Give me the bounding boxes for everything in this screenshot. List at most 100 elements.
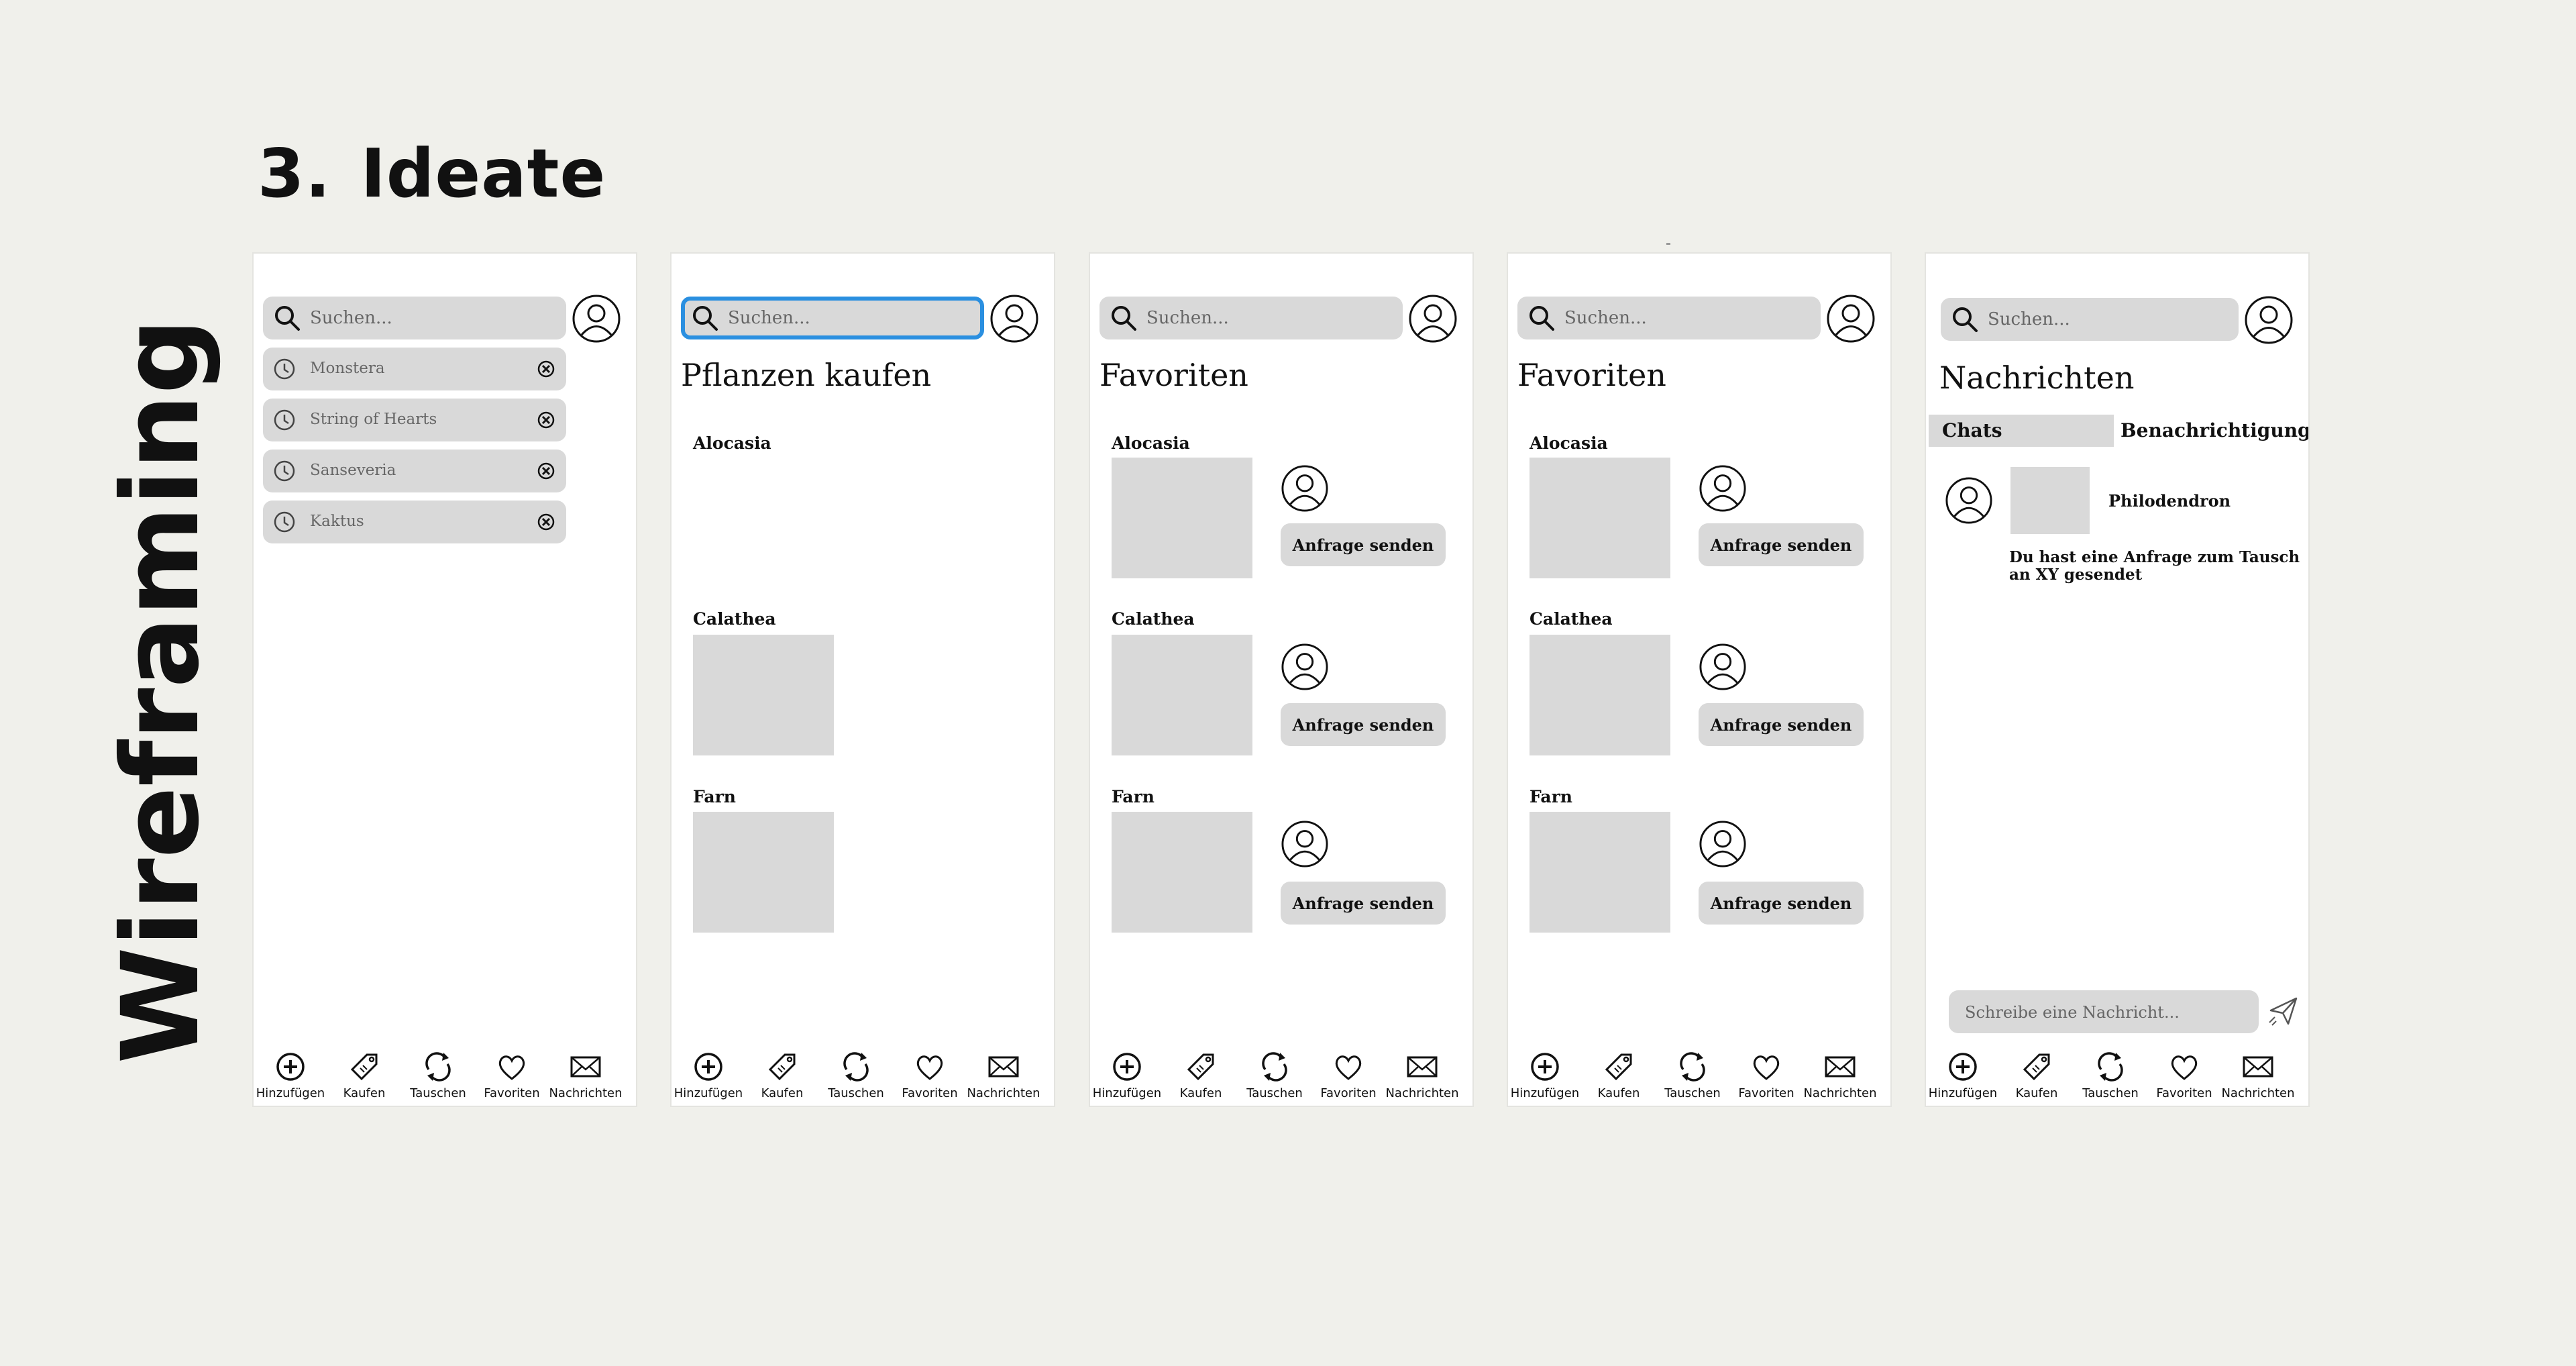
- heart-icon: [2171, 1055, 2198, 1080]
- chat-plant-name: Philodendron: [2108, 491, 2231, 511]
- swap-arrows-icon: [1680, 1052, 1705, 1082]
- profile-avatar-icon[interactable]: [1408, 294, 1458, 344]
- plant-image-placeholder[interactable]: [1112, 635, 1252, 755]
- plant-image-placeholder[interactable]: [1112, 812, 1252, 933]
- envelope-icon: [570, 1056, 601, 1078]
- plant-image-placeholder[interactable]: [693, 812, 834, 933]
- nav-item-kaufen[interactable]: Kaufen: [745, 1049, 819, 1100]
- price-tag-icon: [768, 1053, 796, 1081]
- nav-item-tauschen[interactable]: Tauschen: [1656, 1049, 1729, 1100]
- bottom-nav: Hinzufügen Kaufen Tauschen Favoriten Nac…: [1926, 1049, 2308, 1103]
- tab-notifications[interactable]: Benachrichtigungen: [2121, 415, 2308, 447]
- profile-avatar-icon[interactable]: [572, 294, 621, 344]
- send-request-button[interactable]: Anfrage senden: [1699, 703, 1864, 746]
- search-input[interactable]: Suchen...: [1941, 298, 2239, 341]
- nav-item-hinzufuegen[interactable]: Hinzufügen: [1926, 1049, 2000, 1100]
- bottom-nav: Hinzufügen Kaufen Tauschen Favoriten Nac…: [672, 1049, 1054, 1103]
- nav-item-kaufen[interactable]: Kaufen: [1582, 1049, 1656, 1100]
- history-clock-icon: [274, 460, 295, 482]
- nav-label: Hinzufügen: [1928, 1086, 1998, 1100]
- nav-label: Favoriten: [902, 1086, 958, 1100]
- profile-avatar-icon[interactable]: [1826, 294, 1876, 344]
- nav-label: Nachrichten: [1385, 1086, 1459, 1100]
- remove-x-icon[interactable]: [537, 411, 555, 429]
- history-item[interactable]: Kaktus: [263, 501, 566, 543]
- history-item-label: Monstera: [310, 360, 385, 377]
- owner-avatar-icon[interactable]: [1699, 820, 1747, 868]
- plant-image-placeholder[interactable]: [1112, 458, 1252, 578]
- plant-image-placeholder[interactable]: [693, 635, 834, 755]
- price-tag-icon: [350, 1053, 378, 1081]
- search-input[interactable]: Suchen...: [263, 297, 566, 339]
- nav-item-tauschen[interactable]: Tauschen: [1238, 1049, 1311, 1100]
- nav-item-hinzufuegen[interactable]: Hinzufügen: [1090, 1049, 1164, 1100]
- owner-avatar-icon[interactable]: [1281, 643, 1329, 691]
- plus-circle-icon: [1113, 1053, 1141, 1081]
- message-tabs: Chats Benachrichtigungen: [1929, 415, 2308, 447]
- owner-avatar-icon[interactable]: [1281, 820, 1329, 868]
- nav-label: Tauschen: [828, 1086, 884, 1100]
- nav-item-nachrichten[interactable]: Nachrichten: [549, 1049, 623, 1100]
- stray-dot: [1666, 243, 1670, 245]
- nav-item-kaufen[interactable]: Kaufen: [1164, 1049, 1238, 1100]
- plant-image-placeholder[interactable]: [1529, 812, 1670, 933]
- nav-item-favoriten[interactable]: Favoriten: [893, 1049, 967, 1100]
- history-clock-icon: [274, 409, 295, 431]
- page-title: Pflanzen kaufen: [681, 357, 932, 393]
- send-request-button[interactable]: Anfrage senden: [1281, 523, 1446, 566]
- nav-label: Tauschen: [1246, 1086, 1303, 1100]
- send-request-button[interactable]: Anfrage senden: [1699, 882, 1864, 925]
- bottom-nav: Hinzufügen Kaufen Tauschen Favoriten Nac…: [1508, 1049, 1890, 1103]
- nav-item-favoriten[interactable]: Favoriten: [1729, 1049, 1803, 1100]
- nav-item-kaufen[interactable]: Kaufen: [327, 1049, 401, 1100]
- tab-chats[interactable]: Chats: [1929, 415, 2114, 447]
- nav-item-favoriten[interactable]: Favoriten: [1311, 1049, 1385, 1100]
- send-request-button[interactable]: Anfrage senden: [1699, 523, 1864, 566]
- nav-label: Hinzufügen: [1092, 1086, 1162, 1100]
- contact-avatar-icon[interactable]: [1945, 476, 1993, 525]
- nav-item-favoriten[interactable]: Favoriten: [2147, 1049, 2221, 1100]
- nav-item-hinzufuegen[interactable]: Hinzufügen: [672, 1049, 745, 1100]
- plant-image-placeholder[interactable]: [1529, 635, 1670, 755]
- profile-avatar-icon[interactable]: [989, 294, 1039, 344]
- message-input[interactable]: Schreibe eine Nachricht...: [1949, 990, 2259, 1033]
- nav-item-tauschen[interactable]: Tauschen: [2074, 1049, 2147, 1100]
- plant-image-placeholder[interactable]: [1529, 458, 1670, 578]
- plant-name: Calathea: [1529, 609, 1613, 629]
- nav-item-nachrichten[interactable]: Nachrichten: [967, 1049, 1040, 1100]
- history-item[interactable]: String of Hearts: [263, 399, 566, 441]
- owner-avatar-icon[interactable]: [1699, 464, 1747, 513]
- message-input-placeholder: Schreibe eine Nachricht...: [1965, 1003, 2180, 1022]
- history-item[interactable]: Sanseveria: [263, 450, 566, 492]
- nav-item-tauschen[interactable]: Tauschen: [401, 1049, 475, 1100]
- chat-plant-image-placeholder[interactable]: [2010, 467, 2090, 534]
- owner-avatar-icon[interactable]: [1281, 464, 1329, 513]
- nav-item-nachrichten[interactable]: Nachrichten: [1385, 1049, 1459, 1100]
- search-icon: [1953, 307, 1978, 332]
- nav-item-nachrichten[interactable]: Nachrichten: [1803, 1049, 1877, 1100]
- phone-screen-favorites-2: Suchen... Favoriten Alocasia Anfrage sen…: [1507, 252, 1892, 1107]
- send-paper-plane-icon[interactable]: [2265, 993, 2300, 1028]
- nav-item-nachrichten[interactable]: Nachrichten: [2221, 1049, 2295, 1100]
- send-request-button[interactable]: Anfrage senden: [1281, 703, 1446, 746]
- search-placeholder: Suchen...: [1564, 308, 1647, 328]
- nav-item-kaufen[interactable]: Kaufen: [2000, 1049, 2074, 1100]
- nav-item-hinzufuegen[interactable]: Hinzufügen: [1508, 1049, 1582, 1100]
- remove-x-icon[interactable]: [537, 513, 555, 531]
- nav-item-hinzufuegen[interactable]: Hinzufügen: [254, 1049, 327, 1100]
- search-input[interactable]: Suchen...: [1099, 297, 1403, 339]
- profile-avatar-icon[interactable]: [2244, 295, 2294, 345]
- nav-item-tauschen[interactable]: Tauschen: [819, 1049, 893, 1100]
- nav-item-favoriten[interactable]: Favoriten: [475, 1049, 549, 1100]
- price-tag-icon: [1187, 1053, 1214, 1081]
- plus-circle-icon: [1531, 1053, 1559, 1081]
- owner-avatar-icon[interactable]: [1699, 643, 1747, 691]
- history-item[interactable]: Monstera: [263, 348, 566, 390]
- bottom-nav: Hinzufügen Kaufen Tauschen Favoriten Nac…: [1090, 1049, 1472, 1103]
- search-input[interactable]: Suchen...: [681, 297, 984, 339]
- search-input[interactable]: Suchen...: [1517, 297, 1821, 339]
- remove-x-icon[interactable]: [537, 462, 555, 480]
- send-request-button[interactable]: Anfrage senden: [1281, 882, 1446, 925]
- heart-icon: [1753, 1055, 1780, 1080]
- remove-x-icon[interactable]: [537, 360, 555, 378]
